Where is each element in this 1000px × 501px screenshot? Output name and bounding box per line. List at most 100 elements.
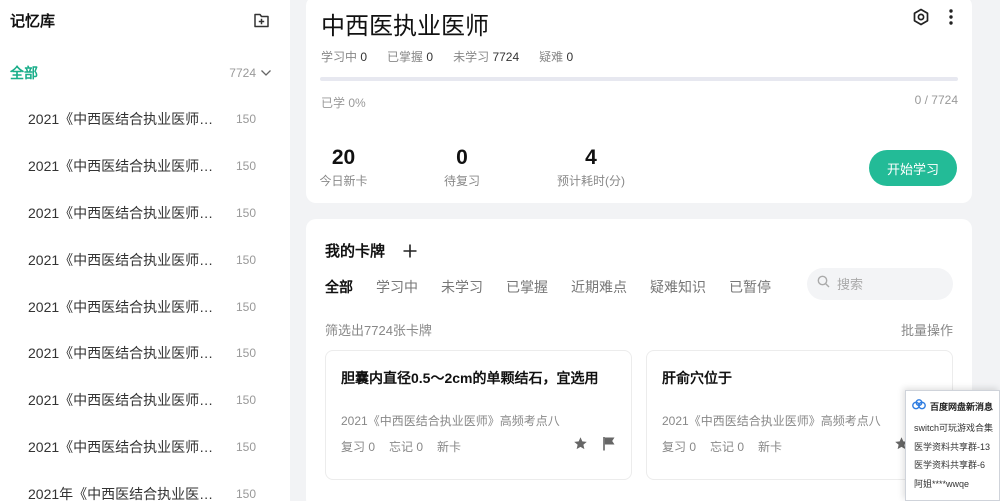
flashcard-status: 新卡 bbox=[758, 440, 783, 454]
sidebar-all-count: 7724 bbox=[229, 66, 256, 80]
tab-paused[interactable]: 已暂停 bbox=[729, 277, 771, 297]
search-box[interactable] bbox=[807, 268, 953, 300]
sidebar-deck-label: 2021年《中西医结合执业医师》高频考点 bbox=[28, 485, 224, 501]
stat-difficult-value: 0 bbox=[566, 50, 574, 64]
sidebar-deck-item[interactable]: 2021《中西医结合执业医师》高频考点一 150 bbox=[0, 96, 290, 143]
sidebar-deck-label: 2021《中西医结合执业医师》高频考点六 bbox=[28, 345, 224, 362]
tab-learning[interactable]: 学习中 bbox=[376, 277, 418, 297]
sidebar-deck-item[interactable]: 2021《中西医结合执业医师》高频考点四 150 bbox=[0, 236, 290, 283]
sidebar-deck-count: 150 bbox=[235, 299, 256, 314]
flag-icon[interactable] bbox=[602, 436, 616, 451]
flashcard-review-count: 复习 0 bbox=[341, 440, 376, 454]
metric-review-value: 0 bbox=[456, 146, 468, 169]
settings-icon[interactable] bbox=[912, 8, 930, 26]
more-options-icon[interactable] bbox=[948, 8, 954, 26]
search-input[interactable] bbox=[837, 276, 937, 292]
progress-bar bbox=[320, 77, 958, 81]
sidebar-deck-item[interactable]: 2021《中西医结合执业医师》高频考点六 150 bbox=[0, 330, 290, 377]
tab-unlearned[interactable]: 未学习 bbox=[441, 277, 483, 297]
metric-new-cards: 20 今日新卡 bbox=[306, 146, 381, 189]
metric-review: 0 待复习 bbox=[433, 146, 491, 189]
metric-review-label: 待复习 bbox=[443, 174, 480, 188]
sidebar-deck-count: 150 bbox=[235, 252, 256, 267]
sidebar-deck-count: 150 bbox=[235, 159, 256, 174]
popup-message[interactable]: 医学资料共享群-6 bbox=[906, 456, 999, 475]
sidebar-deck-item[interactable]: 2021《中西医结合执业医师》高频考点二 150 bbox=[0, 143, 290, 190]
deck-stats: 学习中 0 已掌握 0 未学习 7724 疑难 0 bbox=[321, 48, 573, 65]
sidebar-deck-label: 2021《中西医结合执业医师》高频考点三 bbox=[28, 204, 224, 221]
stat-mastered-value: 0 bbox=[426, 50, 434, 64]
popup-message[interactable]: 阿姐****wwqe bbox=[906, 475, 999, 494]
popup-message[interactable]: switch可玩游戏合集 bbox=[906, 419, 999, 438]
sidebar-deck-label: 2021《中西医结合执业医师》高频考点五 bbox=[28, 298, 224, 315]
progress-count: 0 / 7724 bbox=[914, 93, 958, 107]
metric-new-cards-label: 今日新卡 bbox=[319, 174, 368, 188]
flashcard-source: 2021《中西医结合执业医师》高频考点八 bbox=[341, 414, 560, 428]
stat-learning-value: 0 bbox=[360, 50, 368, 64]
chevron-down-icon[interactable] bbox=[260, 64, 272, 82]
sidebar-deck-item[interactable]: 2021年《中西医结合执业医师》高频考点 150 bbox=[0, 470, 290, 501]
sidebar-deck-item[interactable]: 2021《中西医结合执业医师》高频考点八 150 bbox=[0, 424, 290, 471]
cards-section-header: 我的卡牌 bbox=[325, 240, 417, 261]
sidebar-deck-count: 150 bbox=[235, 393, 256, 408]
metric-new-cards-value: 20 bbox=[331, 146, 356, 169]
card-filter-tabs: 全部 学习中 未学习 已掌握 近期难点 疑难知识 已暂停 bbox=[325, 277, 771, 297]
sidebar-deck-count: 150 bbox=[235, 439, 256, 454]
popup-header: 百度网盘新消息 bbox=[906, 391, 999, 419]
stat-unlearned-value: 7724 bbox=[492, 50, 520, 64]
sidebar-title: 记忆库 bbox=[10, 12, 56, 30]
batch-operation-button[interactable]: 批量操作 bbox=[901, 320, 953, 339]
deck-toolbar bbox=[912, 8, 954, 26]
metric-time: 4 预计耗时(分) bbox=[546, 146, 636, 189]
flashcard-forget-count: 忘记 0 bbox=[710, 440, 745, 454]
popup-title: 百度网盘新消息 bbox=[930, 401, 994, 412]
cards-section: 我的卡牌 全部 学习中 未学习 已掌握 近期难点 疑难知识 已暂停 筛选出772… bbox=[306, 219, 972, 501]
stat-learning-label: 学习中 bbox=[321, 50, 358, 64]
stat-learning: 学习中 0 bbox=[321, 48, 367, 65]
search-icon bbox=[817, 275, 830, 293]
flashcard-forget-count: 忘记 0 bbox=[389, 440, 424, 454]
flashcard[interactable]: 胆囊内直径0.5～2cm的单颗结石，宜选用 2021《中西医结合执业医师》高频考… bbox=[325, 350, 632, 480]
popup-message[interactable]: 医学资料共享群-13 bbox=[906, 438, 999, 457]
flashcard-meta: 复习 0 忘记 0 新卡 bbox=[662, 438, 782, 455]
sidebar-deck-count: 150 bbox=[235, 205, 256, 220]
sidebar-deck-item[interactable]: 2021《中西医结合执业医师》高频考点三 150 bbox=[0, 190, 290, 237]
cloud-icon bbox=[912, 397, 926, 415]
sidebar-item-all[interactable]: 全部 7724 bbox=[0, 55, 290, 91]
add-card-icon[interactable] bbox=[403, 244, 417, 258]
metric-time-label: 预计耗时(分) bbox=[557, 174, 625, 188]
flashcard-status: 新卡 bbox=[437, 440, 462, 454]
sidebar-deck-label: 2021《中西医结合执业医师》高频考点四 bbox=[28, 251, 224, 268]
filter-result-text: 筛选出7724张卡牌 bbox=[325, 323, 432, 338]
flashcard-meta: 复习 0 忘记 0 新卡 bbox=[341, 438, 461, 455]
sidebar-deck-count: 150 bbox=[235, 346, 256, 361]
metric-time-value: 4 bbox=[585, 146, 597, 169]
cards-section-title: 我的卡牌 bbox=[325, 243, 386, 260]
stat-difficult: 疑难 0 bbox=[539, 48, 573, 65]
tab-difficult-knowledge[interactable]: 疑难知识 bbox=[650, 277, 706, 297]
sidebar-deck-item[interactable]: 2021《中西医结合执业医师》高频考点七 150 bbox=[0, 377, 290, 424]
tab-mastered[interactable]: 已掌握 bbox=[506, 277, 548, 297]
tab-recent-difficult[interactable]: 近期难点 bbox=[571, 277, 627, 297]
sidebar-deck-label: 2021《中西医结合执业医师》高频考点七 bbox=[28, 392, 224, 409]
flashcard-source: 2021《中西医结合执业医师》高频考点八 bbox=[662, 414, 881, 428]
tab-all[interactable]: 全部 bbox=[325, 277, 353, 297]
progress-percent: 已学 0% bbox=[321, 96, 366, 110]
add-deck-icon[interactable] bbox=[253, 12, 270, 29]
notification-popup[interactable]: 百度网盘新消息 switch可玩游戏合集 医学资料共享群-13 医学资料共享群-… bbox=[905, 390, 1000, 501]
flashcard-question: 胆囊内直径0.5～2cm的单颗结石，宜选用 bbox=[341, 370, 599, 386]
flashcard-actions bbox=[573, 436, 616, 451]
star-icon[interactable] bbox=[573, 436, 588, 451]
stat-unlearned: 未学习 7724 bbox=[453, 48, 519, 65]
sidebar-deck-item[interactable]: 2021《中西医结合执业医师》高频考点五 150 bbox=[0, 283, 290, 330]
flashcard-review-count: 复习 0 bbox=[662, 440, 697, 454]
start-learning-button[interactable]: 开始学习 bbox=[869, 150, 957, 186]
stat-mastered: 已掌握 0 bbox=[387, 48, 433, 65]
flashcard-question: 肝俞穴位于 bbox=[662, 370, 732, 386]
stat-unlearned-label: 未学习 bbox=[453, 50, 490, 64]
sidebar-header: 记忆库 bbox=[0, 0, 290, 40]
sidebar-deck-count: 150 bbox=[235, 112, 256, 127]
stat-difficult-label: 疑难 bbox=[539, 50, 564, 64]
deck-title: 中西医执业医师 bbox=[321, 13, 489, 40]
stat-mastered-label: 已掌握 bbox=[387, 50, 424, 64]
